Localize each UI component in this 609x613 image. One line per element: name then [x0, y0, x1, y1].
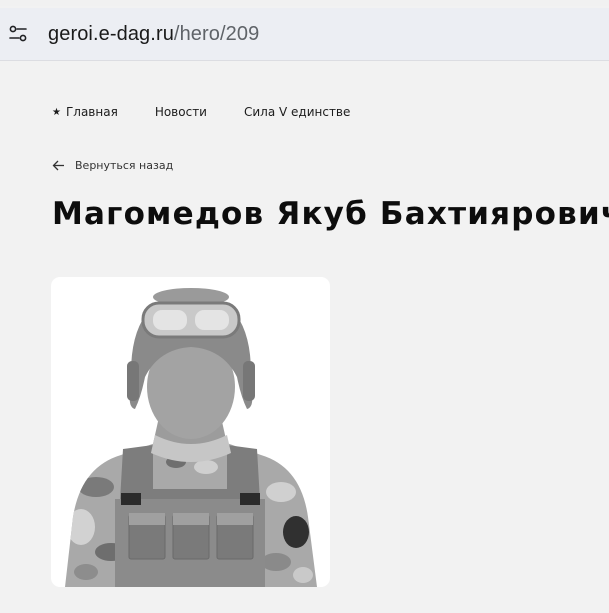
nav-item-label: Главная	[65, 105, 118, 119]
arrow-left-icon	[52, 160, 64, 171]
browser-tab-strip	[0, 0, 609, 6]
back-link[interactable]: Вернуться назад	[52, 159, 173, 172]
address-bar[interactable]: geroi.e-dag.ru/hero/209	[0, 8, 609, 61]
nav-item-home[interactable]: ★ Главная	[52, 105, 118, 119]
hero-photo	[51, 277, 330, 587]
nav-item-news[interactable]: Новости	[155, 105, 207, 119]
nav-item-unity[interactable]: Сила V единстве	[244, 105, 350, 119]
tune-icon[interactable]	[8, 24, 28, 44]
url-path: /hero/209	[173, 22, 260, 45]
nav-item-label: Сила V единстве	[243, 105, 351, 119]
main-nav: ★ Главная Новости Сила V единстве	[52, 105, 387, 119]
url-text[interactable]: geroi.e-dag.ru/hero/209	[48, 23, 259, 46]
star-icon: ★	[52, 106, 61, 118]
nav-item-label: Новости	[154, 105, 207, 119]
back-link-label: Вернуться назад	[75, 159, 174, 172]
soldier-silhouette-icon	[65, 288, 317, 587]
url-host: geroi.e-dag.ru	[48, 22, 174, 45]
hero-name: Магомедов Якуб Бахтиярович	[52, 196, 609, 232]
